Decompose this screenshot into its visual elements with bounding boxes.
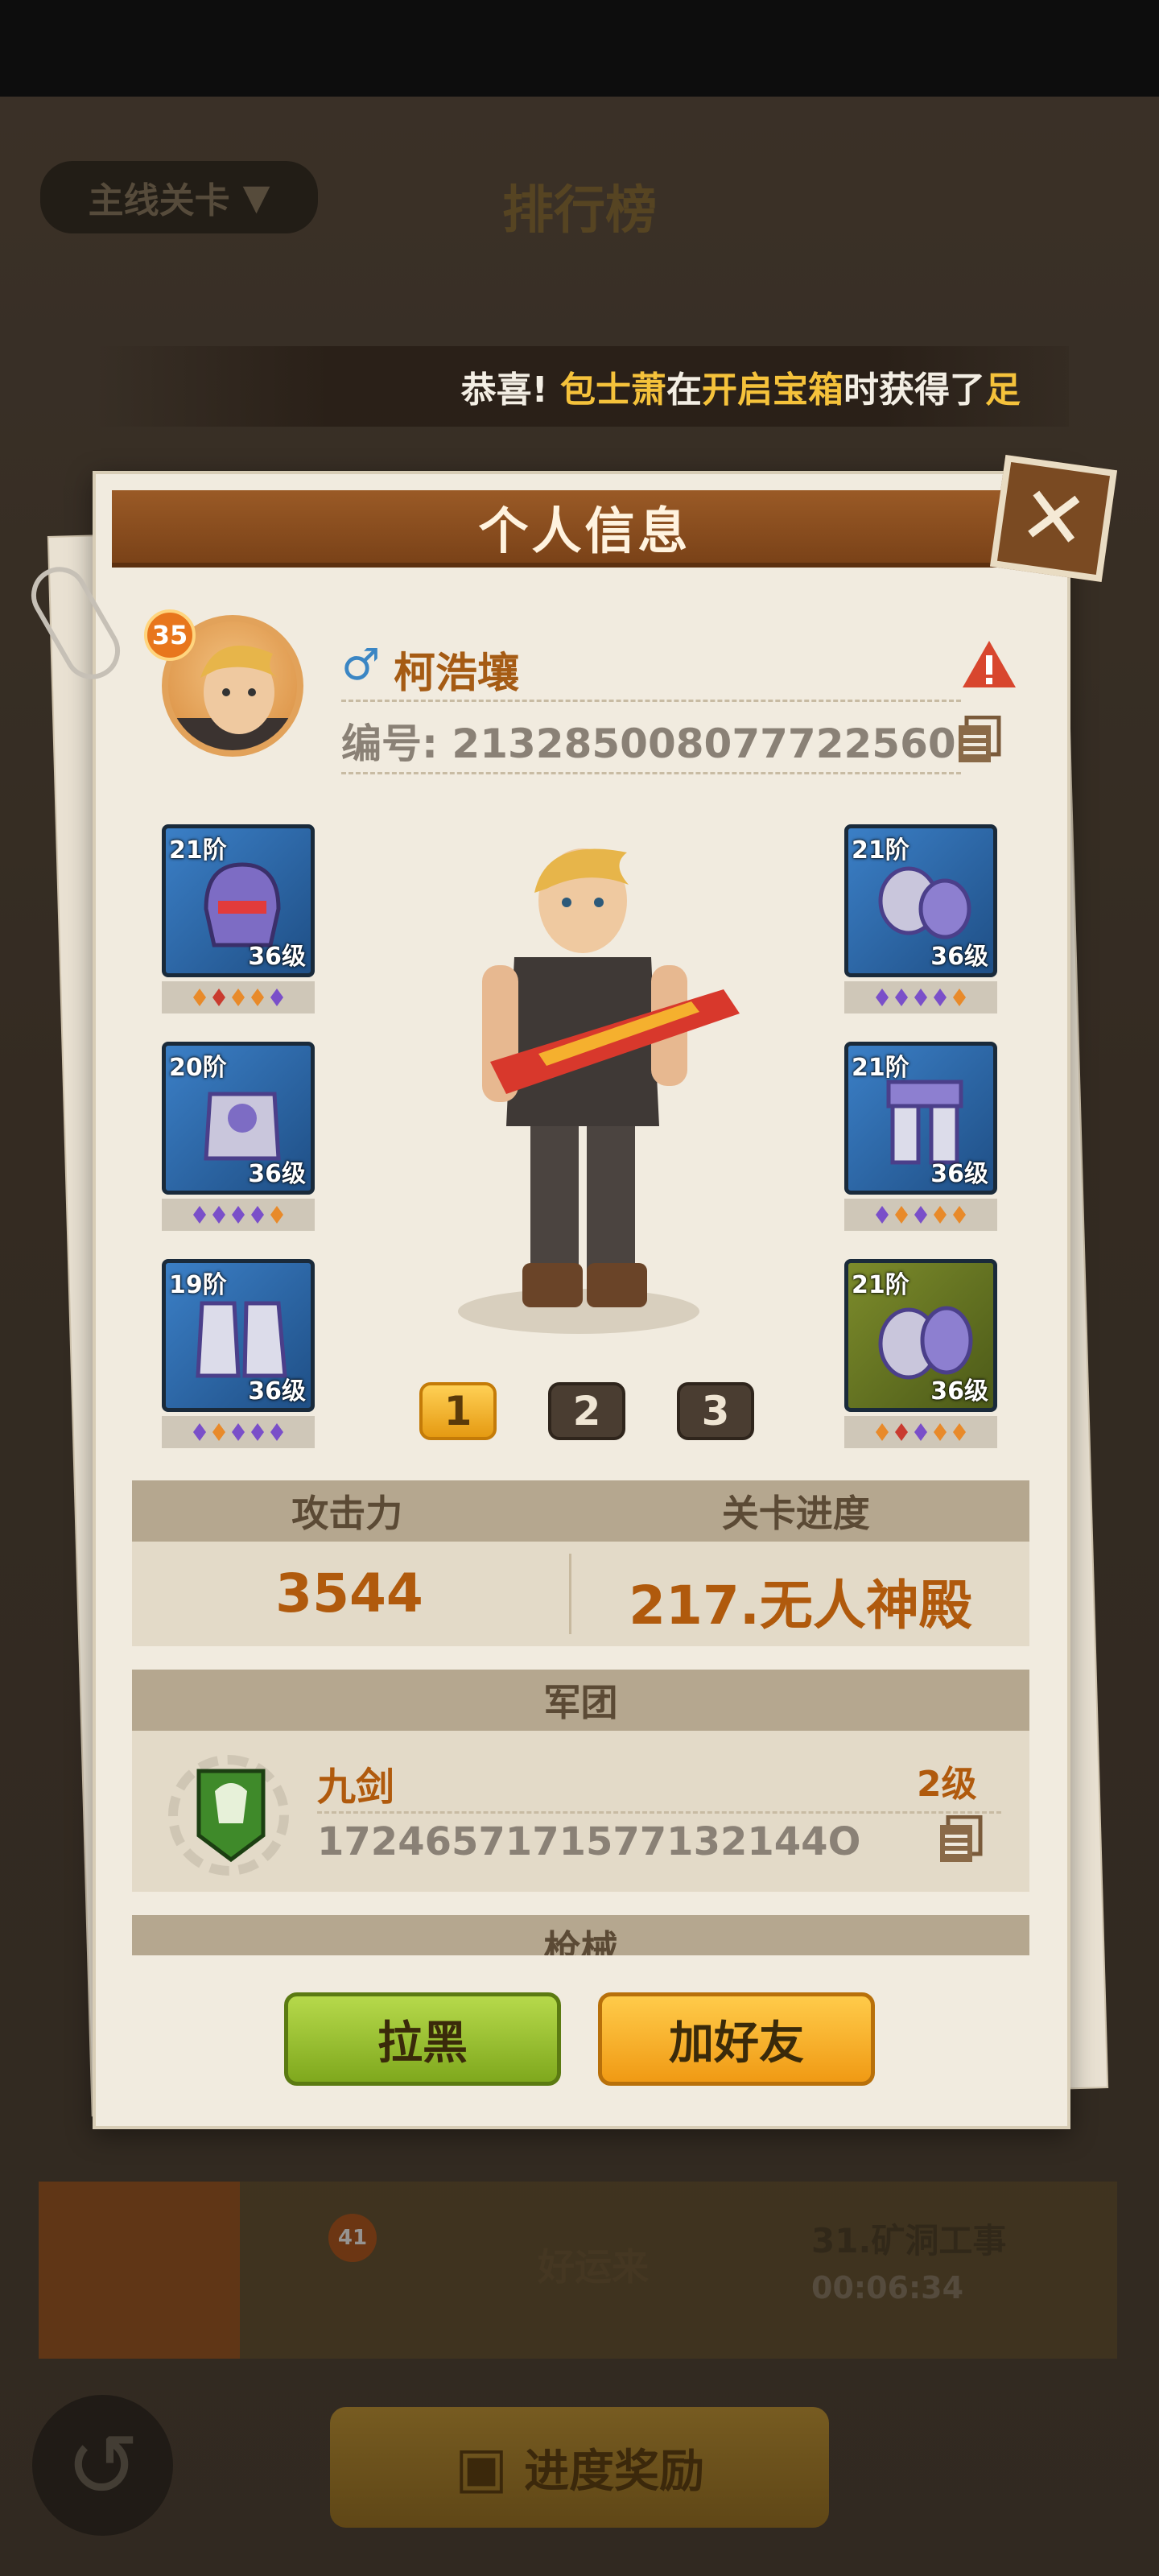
gem-icon xyxy=(953,1206,966,1224)
gem-icon xyxy=(251,1423,264,1441)
gem-icon xyxy=(193,1423,206,1441)
equipment-tier: 21阶 xyxy=(852,1271,909,1299)
equipment-level: 36级 xyxy=(930,943,988,971)
attack-label: 攻击力 xyxy=(291,1492,403,1535)
loadout-tab-3[interactable]: 3 xyxy=(677,1382,754,1440)
legion-id: 1724657171577132144O xyxy=(317,1819,861,1864)
progress-label: 关卡进度 xyxy=(721,1492,870,1535)
loadout-tab-2[interactable]: 2 xyxy=(548,1382,625,1440)
gem-icon xyxy=(876,1423,889,1441)
legion-level: 2级 xyxy=(917,1764,977,1805)
equipment-tier: 19阶 xyxy=(169,1271,227,1299)
gem-icon xyxy=(212,1423,225,1441)
report-icon[interactable] xyxy=(961,639,1017,691)
equipment-level: 36级 xyxy=(248,1160,306,1188)
gem-icon xyxy=(895,1423,908,1441)
announcement-player: 包士萧 xyxy=(560,369,666,411)
gem-icon xyxy=(251,989,264,1006)
gem-row xyxy=(162,1416,315,1448)
gem-icon xyxy=(895,1206,908,1224)
gem-icon xyxy=(270,1423,283,1441)
gem-row xyxy=(844,1199,997,1231)
player-id-label: 编号: xyxy=(341,720,438,767)
male-icon: ♂ xyxy=(341,639,381,690)
equipment-slot-armor[interactable]: 20阶 36级 xyxy=(162,1042,315,1195)
stats-header: 攻击力 关卡进度 xyxy=(132,1480,1029,1542)
gem-icon xyxy=(270,989,283,1006)
player-level-badge: 35 xyxy=(144,609,196,661)
equipment-slot-gloves[interactable]: 21阶 36级 xyxy=(844,1259,997,1412)
stats-body: 3544 217.无人神殿 xyxy=(132,1542,1029,1646)
equipment-level: 36级 xyxy=(930,1160,988,1188)
weapons-header: 枪械 xyxy=(132,1915,1029,1955)
announcement-text: 在 xyxy=(666,369,702,411)
add-friend-button[interactable]: 加好友 xyxy=(598,1992,875,2086)
loadout-tab-1[interactable]: 1 xyxy=(419,1382,497,1440)
announcement-event: 开启宝箱 xyxy=(702,369,843,411)
gem-row xyxy=(844,981,997,1013)
player-name: 柯浩壤 xyxy=(394,650,520,698)
gem-icon xyxy=(212,1206,225,1224)
gem-icon xyxy=(270,1206,283,1224)
gem-icon xyxy=(193,989,206,1006)
equipment-slot-helmet[interactable]: 21阶 36级 xyxy=(162,824,315,977)
gem-row xyxy=(162,981,315,1013)
player-id-value: 2132850080777225603 xyxy=(452,720,984,767)
announcement-text: 时获得了 xyxy=(843,369,985,411)
gem-icon xyxy=(251,1206,264,1224)
divider xyxy=(341,772,961,774)
legion-header: 军团 xyxy=(132,1670,1029,1731)
gem-icon xyxy=(953,1423,966,1441)
announcement-text: 恭喜! xyxy=(460,369,548,411)
equipment-tier: 21阶 xyxy=(852,836,909,865)
gem-icon xyxy=(876,1206,889,1224)
equipment-level: 36级 xyxy=(248,943,306,971)
status-bar xyxy=(0,0,1159,97)
divider xyxy=(317,1811,1001,1814)
copy-icon[interactable] xyxy=(937,1815,985,1864)
announcement-banner: 恭喜! 包士萧 在 开启宝箱 时获得了 足 xyxy=(95,346,1069,427)
equipment-tier: 20阶 xyxy=(169,1054,227,1082)
stage-progress-value: 217.无人神殿 xyxy=(629,1575,972,1637)
equipment-level: 36级 xyxy=(248,1377,306,1406)
equipment-slot-boots[interactable]: 19阶 36级 xyxy=(162,1259,315,1412)
equipment-tier: 21阶 xyxy=(852,1054,909,1082)
equipment-slot-shoulder[interactable]: 21阶 36级 xyxy=(844,824,997,977)
announcement-item: 足 xyxy=(985,369,1021,411)
gem-row xyxy=(844,1416,997,1448)
modal-title: 个人信息 xyxy=(112,490,1058,568)
gem-icon xyxy=(914,1423,927,1441)
gem-icon xyxy=(914,1206,927,1224)
legion-body: 九剑 2级 1724657171577132144O xyxy=(132,1731,1029,1892)
gem-icon xyxy=(212,989,225,1006)
divider xyxy=(341,700,961,702)
blacklist-button[interactable]: 拉黑 xyxy=(284,1992,561,2086)
player-id: 编号: 2132850080777225603 xyxy=(341,712,985,770)
gem-icon xyxy=(232,1423,245,1441)
gem-icon xyxy=(895,989,908,1006)
close-icon[interactable]: ✕ xyxy=(989,454,1118,583)
gem-icon xyxy=(232,1206,245,1224)
gem-row xyxy=(162,1199,315,1231)
gem-icon xyxy=(914,989,927,1006)
attack-value: 3544 xyxy=(275,1563,423,1624)
gem-icon xyxy=(232,989,245,1006)
legion-emblem-icon xyxy=(196,1769,266,1863)
gem-icon xyxy=(193,1206,206,1224)
gem-icon xyxy=(934,1206,947,1224)
profile-modal: 个人信息 ✕ 35 ♂ 柯浩壤 编号: 2132850080777225603 … xyxy=(21,454,1118,2129)
equipment-level: 36级 xyxy=(930,1377,988,1406)
equipment-slot-leg-armor[interactable]: 21阶 36级 xyxy=(844,1042,997,1195)
equipment-tier: 21阶 xyxy=(169,836,227,865)
gem-icon xyxy=(953,989,966,1006)
copy-icon[interactable] xyxy=(955,716,1004,764)
gem-icon xyxy=(934,1423,947,1441)
legion-name: 九剑 xyxy=(317,1765,395,1810)
gem-icon xyxy=(934,989,947,1006)
character-model xyxy=(458,848,740,1334)
gem-icon xyxy=(876,989,889,1006)
